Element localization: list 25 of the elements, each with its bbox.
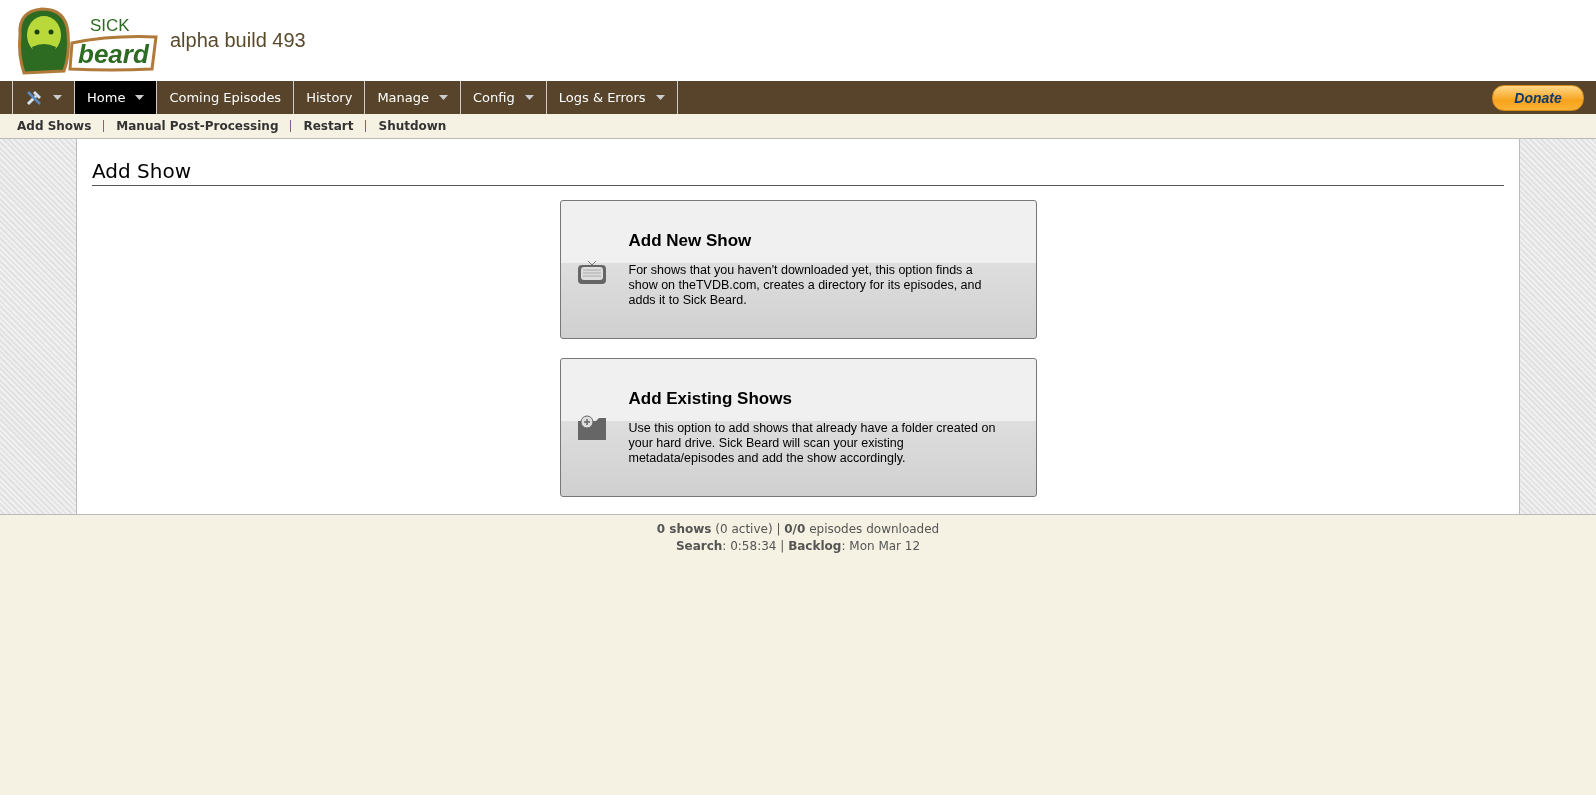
caret-icon	[135, 95, 145, 100]
submenu-link[interactable]: Shutdown	[365, 120, 459, 132]
status-text: 0 shows (0 active) | 0/0 episodes downloaded	[655, 521, 941, 538]
status-text: Search: 0:58:34 | Backlog: Mon Mar 12	[674, 538, 922, 555]
logo-drawing: SICK beard	[12, 4, 162, 77]
submenu-link[interactable]: Manual Post-Processing	[103, 120, 291, 132]
donate-button[interactable]: Donate	[1492, 84, 1584, 111]
page-heading: Add Show	[92, 159, 1504, 186]
nav-tab[interactable]: Logs & Errors	[546, 81, 678, 114]
nav-tab[interactable]: Manage	[365, 81, 462, 114]
option-card[interactable]: Add Existing Shows Use this option to add shows that already have a folder created on your hard drive. Sick Beard will scan your existing metadata/episodes and add the show accordingly.	[559, 358, 1037, 497]
caret-icon	[655, 95, 665, 100]
build-label: alpha build 493	[170, 29, 306, 52]
caret-icon	[524, 95, 534, 100]
nav-tab[interactable]: Coming Episodes	[157, 81, 295, 114]
caret-icon	[53, 95, 62, 100]
submenu-link[interactable]: Restart	[290, 120, 366, 132]
tools-icon	[25, 88, 43, 107]
folder-add-icon	[576, 414, 607, 441]
nav-tab[interactable]: History	[294, 81, 366, 114]
caret-icon	[439, 95, 449, 100]
submenu-link[interactable]: Add Shows	[17, 120, 104, 132]
nav-tab[interactable]: Home	[75, 81, 158, 114]
option-card[interactable]: Add New Show For shows that you haven't downloaded yet, this option finds a show on theTVDB.com, creates a directory for its episodes, and adds it to Sick Beard.	[559, 200, 1037, 339]
nav-tab[interactable]: Config	[461, 81, 547, 114]
